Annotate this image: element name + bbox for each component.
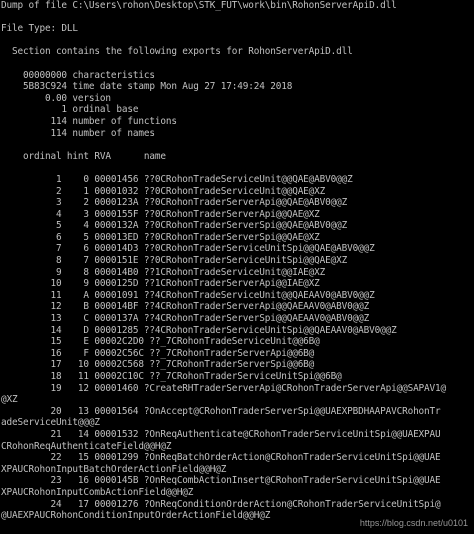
- export-row: 19 12 00001460 ?CreateRHTraderServerApi@…: [1, 382, 447, 394]
- summary-line: 5B83C924 time date stamp Mon Aug 27 17:4…: [1, 81, 293, 93]
- export-row: 9 8 000014B0 ??1CRohonTradeServiceUnit@@…: [1, 266, 326, 278]
- export-row-continuation: XPAUCRohonInputBatchOrderActionField@@H@…: [1, 463, 227, 475]
- export-row: 13 C 0000137A ??4CRohonTraderServerSpi@@…: [1, 313, 370, 325]
- export-row: 5 4 0000132A ??0CRohonTraderServerSpi@@Q…: [1, 220, 348, 232]
- export-row-continuation: @XZ: [1, 394, 18, 406]
- export-row: 22 15 00001299 ?OnReqBatchOrderAction@CR…: [1, 452, 441, 464]
- summary-line: 0.00 version: [1, 92, 111, 104]
- export-row: 12 B 000014BF ??4CRohonTraderServerApi@@…: [1, 301, 370, 313]
- dump-header-line: Dump of file C:\Users\rohon\Desktop\STK_…: [1, 0, 397, 11]
- export-row-continuation: CRohonReqAuthenticateField@@H@Z: [1, 440, 172, 452]
- export-row: 7 6 000014D3 ??0CRohonTraderServiceUnitS…: [1, 243, 375, 255]
- export-row: 1 0 00001456 ??0CRohonTradeServiceUnit@@…: [1, 173, 353, 185]
- export-row: 21 14 00001532 ?OnReqAuthenticate@CRohon…: [1, 428, 441, 440]
- export-row: 20 13 00001564 ?OnAccept@CRohonTraderSer…: [1, 405, 441, 417]
- console-window[interactable]: Dump of file C:\Users\rohon\Desktop\STK_…: [0, 0, 474, 534]
- export-row: 4 3 0000155F ??0CRohonTraderServerApi@@Q…: [1, 208, 320, 220]
- export-row: 10 9 0000125D ??1CRohonTraderServerApi@@…: [1, 278, 320, 290]
- summary-line: 114 number of functions: [1, 115, 177, 127]
- export-row: 14 D 00001285 ??4CRohonTraderServiceUnit…: [1, 324, 397, 336]
- export-row: 16 F 00002C56C ??_7CRohonTraderServerApi…: [1, 347, 315, 359]
- export-row-continuation: adeServiceUnit@@@Z: [1, 417, 100, 429]
- exports-table-header: ordinal hint RVA name: [1, 150, 166, 162]
- export-row-continuation: XPAUCRohonInputCombActionField@@H@Z: [1, 486, 194, 498]
- export-row: 17 10 00002C568 ??_7CRohonTraderServerSp…: [1, 359, 315, 371]
- summary-line: 00000000 characteristics: [1, 69, 155, 81]
- export-row: 3 2 0000123A ??0CRohonTraderServerApi@@Q…: [1, 197, 348, 209]
- export-row: 8 7 0000151E ??0CRohonTraderServiceUnitS…: [1, 255, 348, 267]
- export-row: 11 A 00001091 ??4CRohonTradeServiceUnit@…: [1, 289, 375, 301]
- export-row: 23 16 0000145B ?OnReqCombActionInsert@CR…: [1, 475, 441, 487]
- export-row: 15 E 00002C2D0 ??_7CRohonTradeServiceUni…: [1, 336, 320, 348]
- export-row: 2 1 00001032 ??0CRohonTradeServiceUnit@@…: [1, 185, 326, 197]
- export-row: 24 17 00001276 ?OnReqConditionOrderActio…: [1, 498, 441, 510]
- export-row: 6 5 000013ED ??0CRohonTraderServerSpi@@Q…: [1, 231, 320, 243]
- summary-line: 114 number of names: [1, 127, 155, 139]
- export-row: 18 11 00002C10C ??_7CRohonTraderServiceU…: [1, 371, 342, 382]
- watermark-text: https://blog.csdn.net/u0101: [359, 518, 468, 528]
- section-line: Section contains the following exports f…: [1, 46, 353, 58]
- file-type-line: File Type: DLL: [1, 23, 78, 35]
- summary-line: 1 ordinal base: [1, 104, 139, 116]
